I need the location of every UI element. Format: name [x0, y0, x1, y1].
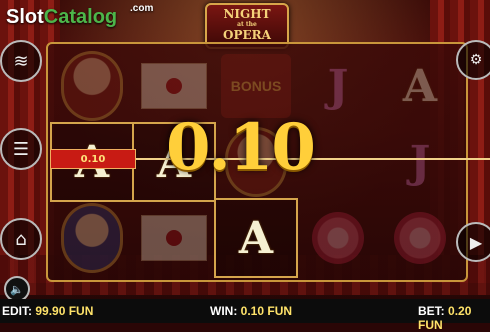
- win-value: 0.10 FUN: [240, 304, 293, 318]
- reel-cell-man: [52, 200, 132, 276]
- reel-cell-j: J: [380, 124, 460, 200]
- envelope-icon: [141, 63, 207, 109]
- man-portrait-icon: [61, 203, 123, 273]
- symbol-a: A: [402, 60, 438, 112]
- game-logo-line1: NIGHT: [223, 7, 271, 21]
- credit-value: 99.90 FUN: [35, 304, 94, 318]
- bet-label: BET:: [418, 304, 445, 318]
- slotcatalog-logo: SlotCatalog .com: [6, 3, 153, 29]
- reel-cell-lady: [52, 48, 132, 124]
- symbol-j: J: [327, 60, 349, 112]
- settings-icon[interactable]: ⚙: [456, 40, 490, 80]
- status-bar: EDIT: 99.90 FUN WIN: 0.10 FUN BET: 0.20 …: [0, 299, 490, 332]
- payline-win-tag: 0.10: [50, 149, 136, 169]
- game-logo-line3: OPERA: [223, 28, 271, 42]
- lady-portrait-icon: [61, 51, 123, 121]
- rose-icon: [394, 212, 446, 264]
- reel-cell-rose: [298, 200, 378, 276]
- big-win-amount: 0.10: [166, 110, 316, 185]
- logo-suffix: .com: [130, 3, 154, 14]
- bet-display: BET: 0.20 FUN: [418, 304, 490, 332]
- reel-cell-a-win: A: [214, 198, 298, 278]
- win-display: WIN: 0.10 FUN: [210, 304, 292, 318]
- reel-cell-rose: [380, 200, 460, 276]
- game-logo-line2: at the: [237, 21, 257, 28]
- credit-label: EDIT:: [2, 304, 32, 318]
- envelope-icon: [141, 215, 207, 261]
- reel-cell-envelope: [134, 200, 214, 276]
- home-icon[interactable]: ⌂: [0, 218, 42, 260]
- credit-display: EDIT: 99.90 FUN: [2, 304, 93, 318]
- reel-cell-a: A: [380, 48, 460, 124]
- symbol-a: A: [238, 212, 274, 264]
- rose-icon: [312, 212, 364, 264]
- win-label: WIN:: [210, 304, 238, 318]
- logo-part1: Slot: [6, 6, 44, 28]
- play-icon[interactable]: ▶: [456, 222, 490, 262]
- logo-part2: Catalog: [43, 6, 118, 28]
- bonus-symbol: BONUS: [221, 54, 291, 118]
- menu-icon[interactable]: ☰: [0, 128, 42, 170]
- symbol-j: J: [409, 136, 431, 188]
- coins-icon[interactable]: ≋: [0, 40, 42, 82]
